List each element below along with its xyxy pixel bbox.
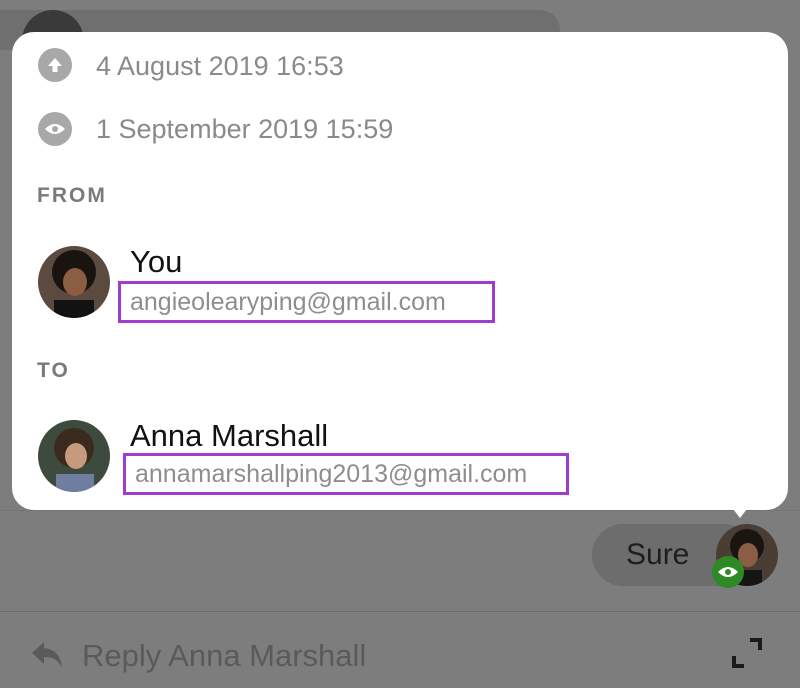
sender-name: You [130, 244, 183, 279]
to-section-label: TO [37, 359, 70, 382]
expand-icon[interactable] [730, 636, 764, 675]
popover-tail [726, 500, 754, 518]
reply-input[interactable]: Reply Anna Marshall [82, 638, 366, 674]
arrow-up-circle-icon [38, 48, 72, 82]
seen-timestamp: 1 September 2019 15:59 [96, 114, 394, 144]
avatar [38, 420, 110, 492]
message-text: Sure [626, 538, 690, 571]
eye-icon [718, 567, 738, 577]
sent-timestamp: 4 August 2019 16:53 [96, 51, 344, 81]
recipient-name: Anna Marshall [130, 418, 329, 453]
avatar [38, 246, 110, 318]
message-info-popover: 4 August 2019 16:53 1 September 2019 15:… [12, 32, 788, 510]
seen-badge [712, 556, 744, 588]
eye-icon [38, 112, 72, 146]
sender-email[interactable]: angieolearyping@gmail.com [118, 281, 495, 323]
reply-arrow-icon[interactable] [30, 640, 64, 675]
background-divider [0, 510, 800, 511]
recipient-email[interactable]: annamarshallping2013@gmail.com [123, 453, 569, 495]
from-section-label: FROM [37, 184, 107, 207]
